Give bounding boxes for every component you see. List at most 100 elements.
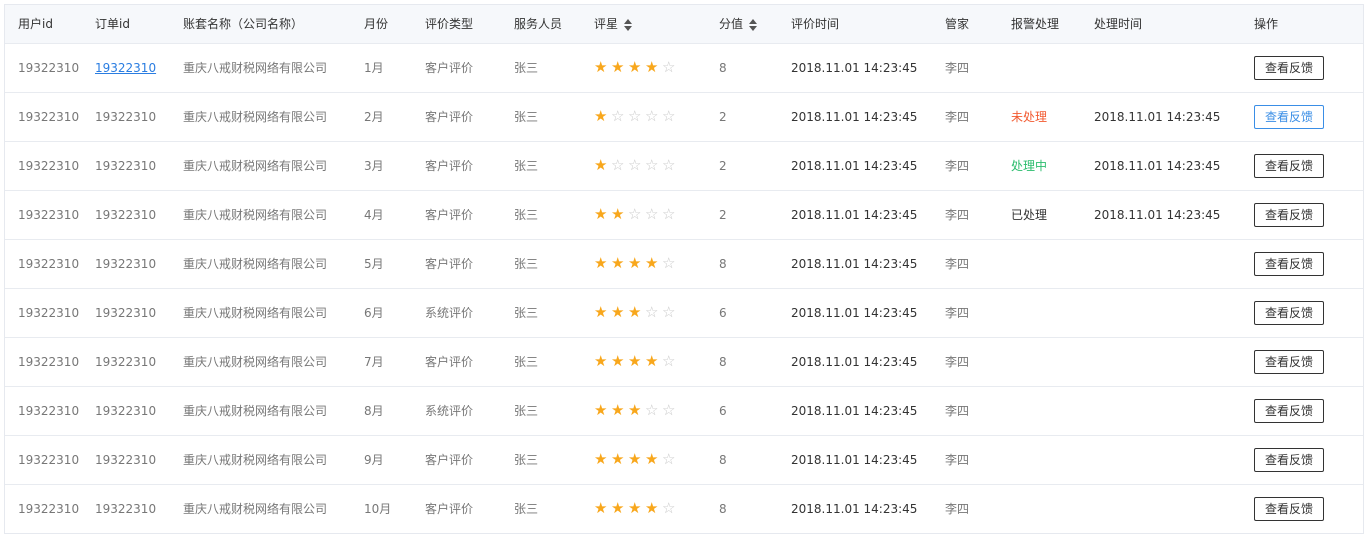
cell-handle-time: 2018.11.01 14:23:45: [1094, 207, 1221, 222]
cell-eval-type: 系统评价: [425, 306, 474, 320]
cell-rating: ★ ★ ★ ★ ☆: [594, 43, 719, 92]
header-score[interactable]: 分值: [719, 5, 791, 43]
cell-month: 5月: [364, 257, 384, 271]
cell-actions: 查看反馈: [1254, 239, 1363, 288]
star-icon: ★: [611, 303, 627, 321]
cell-month: 7月: [364, 355, 384, 369]
cell-account-name: 重庆八戒财税网络有限公司: [183, 502, 328, 517]
star-icon: ★: [594, 58, 610, 76]
cell-eval-time: 2018.11.01 14:23:45: [791, 501, 918, 516]
cell-alarm-status: [1011, 386, 1094, 435]
star-icon: ★: [611, 205, 627, 223]
star-rating: ★ ★ ★ ★ ☆: [594, 501, 679, 516]
cell-eval-type: 客户评价: [425, 453, 474, 467]
cell-month: 3月: [364, 159, 384, 173]
star-icon: ☆: [628, 107, 644, 125]
cell-user-id: 19322310: [18, 501, 80, 516]
view-feedback-button[interactable]: 查看反馈: [1254, 202, 1324, 227]
sort-icon[interactable]: [749, 18, 758, 31]
table-row: 19322310 19322310 重庆八戒财税网络有限公司 6月 系统评价 张三 ★ ★ ★ ☆…: [5, 288, 1363, 337]
cell-order-id: 19322310: [95, 484, 183, 533]
cell-user-id: 19322310: [18, 60, 80, 75]
star-icon: ☆: [611, 107, 627, 125]
cell-score: 2: [719, 158, 727, 173]
cell-score: 6: [719, 403, 727, 418]
table-row: 19322310 19322310 重庆八戒财税网络有限公司 9月 客户评价 张三 ★ ★ ★ ★…: [5, 435, 1363, 484]
view-feedback-button[interactable]: 查看反馈: [1254, 349, 1324, 374]
view-feedback-button[interactable]: 查看反馈: [1254, 55, 1324, 80]
cell-rating: ★ ★ ★ ☆ ☆: [594, 288, 719, 337]
star-icon: ★: [611, 499, 627, 518]
cell-eval-type: 客户评价: [425, 502, 474, 517]
star-icon: ☆: [662, 205, 678, 223]
cell-month: 6月: [364, 306, 384, 320]
cell-alarm-status: [1011, 435, 1094, 484]
star-rating: ★ ☆ ☆ ☆ ☆: [594, 158, 679, 173]
star-icon: ☆: [662, 107, 678, 125]
cell-order-id: 19322310: [95, 337, 183, 386]
sort-icon[interactable]: [624, 18, 633, 31]
cell-handle-time: [1094, 386, 1254, 435]
star-icon: ☆: [662, 499, 678, 518]
star-rating: ★ ★ ★ ★ ☆: [594, 452, 679, 467]
header-alarm: 报警处理: [1011, 17, 1060, 32]
order-id: 19322310: [95, 305, 157, 320]
view-feedback-button[interactable]: 查看反馈: [1254, 153, 1324, 178]
star-icon: ★: [628, 254, 644, 272]
cell-month: 10月: [364, 502, 392, 517]
star-icon: ★: [645, 254, 661, 272]
cell-staff: 张三: [514, 453, 539, 467]
view-feedback-button[interactable]: 查看反馈: [1254, 398, 1324, 423]
star-icon: ☆: [628, 156, 644, 174]
feedback-table-container: 用户id 订单id 账套名称（公司名称） 月份 评价类型 服务人员 评星 分值 …: [4, 4, 1364, 534]
star-icon: ★: [628, 352, 644, 370]
cell-month: 4月: [364, 208, 384, 222]
cell-order-id: 19322310: [95, 386, 183, 435]
view-feedback-button[interactable]: 查看反馈: [1254, 300, 1324, 325]
order-id: 19322310: [95, 452, 157, 467]
star-icon: ★: [594, 156, 610, 174]
header-rating[interactable]: 评星: [594, 5, 719, 43]
cell-account-name: 重庆八戒财税网络有限公司: [183, 208, 328, 222]
star-icon: ★: [628, 401, 644, 419]
cell-eval-type: 客户评价: [425, 61, 474, 75]
header-order-id: 订单id: [95, 17, 130, 32]
cell-user-id: 19322310: [18, 403, 80, 418]
table-header-row: 用户id 订单id 账套名称（公司名称） 月份 评价类型 服务人员 评星 分值 …: [5, 5, 1363, 43]
star-icon: ★: [645, 352, 661, 370]
view-feedback-button[interactable]: 查看反馈: [1254, 496, 1324, 521]
cell-month: 8月: [364, 404, 384, 418]
cell-account-name: 重庆八戒财税网络有限公司: [183, 355, 328, 369]
cell-account-name: 重庆八戒财税网络有限公司: [183, 61, 328, 75]
order-id: 19322310: [95, 501, 157, 516]
star-icon: ★: [645, 499, 661, 518]
header-month: 月份: [364, 17, 389, 32]
cell-eval-time: 2018.11.01 14:23:45: [791, 109, 918, 124]
cell-handle-time: [1094, 239, 1254, 288]
table-row: 19322310 19322310 重庆八戒财税网络有限公司 7月 客户评价 张三 ★ ★ ★ ★…: [5, 337, 1363, 386]
cell-eval-type: 客户评价: [425, 110, 474, 124]
cell-order-id: 19322310: [95, 43, 183, 92]
view-feedback-button[interactable]: 查看反馈: [1254, 447, 1324, 472]
cell-alarm-status: 未处理: [1011, 110, 1048, 124]
star-icon: ☆: [662, 254, 678, 272]
cell-eval-type: 客户评价: [425, 208, 474, 222]
header-eval-time: 评价时间: [791, 17, 840, 32]
cell-eval-type: 系统评价: [425, 404, 474, 418]
cell-rating: ★ ★ ★ ★ ☆: [594, 239, 719, 288]
star-icon: ★: [628, 58, 644, 76]
order-id: 19322310: [95, 256, 157, 271]
cell-eval-time: 2018.11.01 14:23:45: [791, 354, 918, 369]
star-icon: ☆: [662, 450, 678, 468]
star-icon: ★: [594, 499, 610, 518]
star-icon: ★: [645, 58, 661, 76]
table-row: 19322310 19322310 重庆八戒财税网络有限公司 10月 客户评价 张三 ★ ★ ★…: [5, 484, 1363, 533]
order-id-link[interactable]: 19322310: [95, 61, 156, 75]
view-feedback-button[interactable]: 查看反馈: [1254, 104, 1324, 129]
cell-score: 8: [719, 60, 727, 75]
cell-manager: 李四: [945, 502, 970, 517]
view-feedback-button[interactable]: 查看反馈: [1254, 251, 1324, 276]
cell-order-id: 19322310: [95, 92, 183, 141]
cell-account-name: 重庆八戒财税网络有限公司: [183, 110, 328, 124]
cell-eval-type: 客户评价: [425, 355, 474, 369]
